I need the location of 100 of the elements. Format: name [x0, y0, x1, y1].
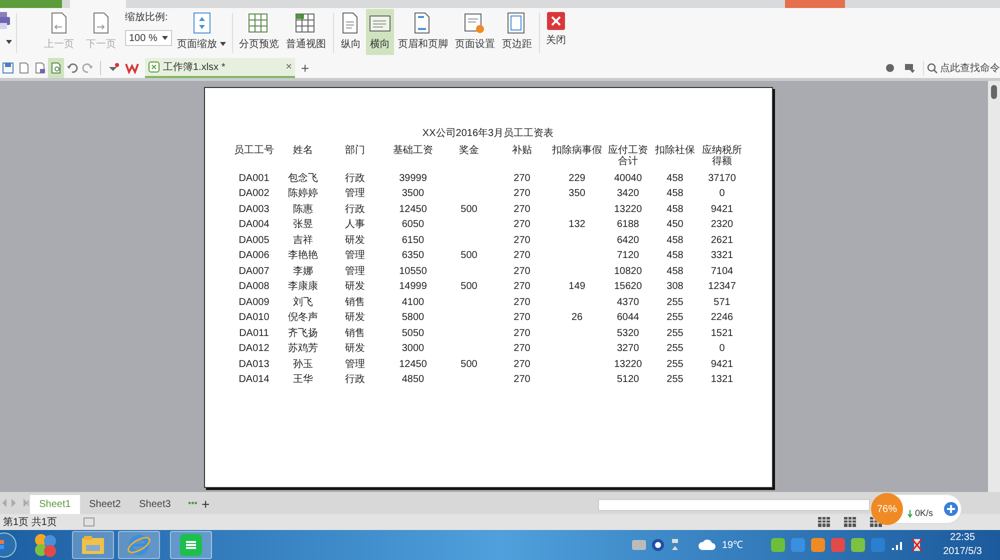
redo-icon[interactable] — [82, 62, 94, 74]
table-cell-text: 倪冬声 — [287, 312, 319, 324]
table-cell-text: DA013 — [238, 358, 270, 371]
column-header: 扣除社保 — [654, 145, 696, 156]
printer-icon — [0, 10, 10, 30]
table-cell-text: 7104 — [710, 266, 734, 278]
start-orb-icon[interactable] — [0, 532, 18, 558]
feedback-icon[interactable] — [905, 63, 915, 73]
table-cell-text: 孙玉 — [292, 358, 314, 371]
table-cell-text: 255 — [666, 343, 684, 356]
toolbar-button[interactable]: 页面设置 — [452, 9, 498, 55]
table-cell-text: 3270 — [616, 343, 640, 356]
add-tab-icon[interactable]: + — [301, 58, 310, 78]
table-cell-text: 500 — [460, 358, 478, 371]
table-cell-text: 571 — [712, 296, 732, 309]
search-icon — [927, 62, 938, 74]
table-cell-text: 270 — [512, 172, 532, 185]
keyboard-icon[interactable] — [632, 540, 646, 550]
plus-circle-icon[interactable] — [943, 501, 959, 517]
table-cell-text: 王华 — [292, 374, 314, 386]
print-setup-icon[interactable] — [34, 62, 46, 74]
toolbar-button[interactable]: 横向 — [366, 9, 394, 55]
table-cell-text: DA009 — [238, 296, 270, 309]
table-cell-text: 6050 — [400, 219, 426, 232]
table-cell-text: 12450 — [398, 358, 428, 371]
close-tab-icon[interactable]: × — [286, 58, 292, 76]
table-cell-text: 270 — [512, 234, 532, 247]
undo-icon[interactable] — [66, 62, 78, 74]
download-arrow-icon — [907, 510, 913, 518]
file-explorer-button[interactable] — [72, 531, 114, 559]
table-cell-text: 4370 — [616, 296, 640, 309]
toolbar-button[interactable]: 分页预览 — [236, 9, 282, 55]
column-header: 应纳税所得额 — [701, 145, 743, 167]
zoom-page-icon — [192, 12, 210, 34]
temperature: 19℃ — [722, 538, 744, 552]
clock-date: 2017/5/3 — [943, 545, 982, 559]
power-icon[interactable] — [911, 538, 924, 552]
toolbar-button[interactable]: 页面缩放 — [174, 9, 229, 55]
table-cell-text: 行政 — [344, 172, 366, 185]
page-setup-icon — [464, 12, 486, 34]
wps-logo-icon[interactable] — [125, 62, 139, 74]
table-cell-text: 6150 — [400, 234, 426, 247]
colorful-app-icon[interactable] — [32, 532, 58, 558]
table-cell-text: 人事 — [344, 219, 366, 232]
spreadsheet-app-button[interactable] — [170, 531, 212, 559]
document-tab[interactable]: 工作簿1.xlsx * × — [145, 58, 295, 78]
table-cell-text: 10550 — [398, 266, 428, 278]
save-icon[interactable] — [2, 62, 14, 74]
toolbar-button[interactable]: 页边距 — [499, 9, 535, 55]
table-cell-text: 458 — [666, 188, 684, 200]
table-cell-text: 500 — [460, 281, 478, 294]
toolbar-button[interactable]: 关闭 — [543, 9, 569, 55]
toolbar-button[interactable]: 普通视图 — [283, 9, 329, 55]
table-cell-text: 管理 — [344, 358, 366, 371]
sheet-tab[interactable]: Sheet3 — [130, 495, 180, 514]
page-view-icon[interactable] — [844, 517, 856, 527]
toolbar-button[interactable]: 纵向 — [337, 9, 365, 55]
dropdown-icon[interactable] — [107, 62, 119, 74]
table-cell-text: 李康康 — [287, 281, 319, 294]
toolbar-button[interactable]: 页眉和页脚 — [395, 9, 451, 55]
column-header: 员工工号 — [233, 145, 275, 156]
zoom-label: 缩放比例: — [125, 12, 169, 24]
preview-icon[interactable] — [50, 62, 62, 74]
table-cell-text: DA014 — [238, 374, 270, 386]
table-cell-text: 270 — [512, 296, 532, 309]
export-icon[interactable] — [18, 62, 30, 74]
table-cell-text: 149 — [568, 281, 586, 294]
table-cell-text: 6350 — [400, 250, 426, 262]
table-cell-text: 行政 — [344, 204, 366, 216]
normal-view-icon[interactable] — [818, 517, 830, 527]
table-cell-text: DA012 — [238, 343, 270, 356]
table-cell-text: 14999 — [398, 281, 428, 294]
table-cell-text: 李艳艳 — [287, 250, 319, 262]
table-cell-text: 255 — [666, 328, 684, 340]
help-icon[interactable] — [652, 539, 664, 551]
table-cell-text: 1321 — [710, 374, 734, 386]
table-cell-text: DA008 — [238, 281, 270, 294]
speed-widget[interactable]: 76% 0K/s — [870, 494, 962, 524]
table-cell-text: 270 — [512, 328, 532, 340]
table-cell-text: 9421 — [710, 358, 734, 371]
table-cell-text: 陈婷婷 — [287, 188, 319, 200]
table-cell-text: 7120 — [616, 250, 640, 262]
add-sheet-icon[interactable]: + — [201, 496, 210, 512]
table-cell-text: DA011 — [238, 328, 270, 340]
browser-button[interactable] — [118, 531, 160, 559]
cloud-icon[interactable] — [698, 538, 716, 552]
table-cell-text: 270 — [512, 343, 532, 356]
search-field[interactable]: 点此查找命令 — [923, 60, 1000, 76]
column-header: 部门 — [344, 145, 366, 156]
skin-icon[interactable] — [885, 63, 895, 73]
column-header: 补贴 — [511, 145, 533, 156]
horizontal-scrollbar[interactable] — [598, 499, 870, 511]
caret-icon[interactable] — [6, 40, 12, 44]
network-icon[interactable] — [670, 538, 680, 552]
zoom-select[interactable]: 100 % — [125, 30, 172, 46]
table-cell-text: 458 — [666, 250, 684, 262]
table-cell-text: 4100 — [400, 296, 426, 309]
vertical-scrollbar[interactable] — [988, 81, 1000, 492]
sheet-tab[interactable]: Sheet2 — [80, 495, 130, 514]
table-cell-text: 6188 — [616, 219, 640, 232]
